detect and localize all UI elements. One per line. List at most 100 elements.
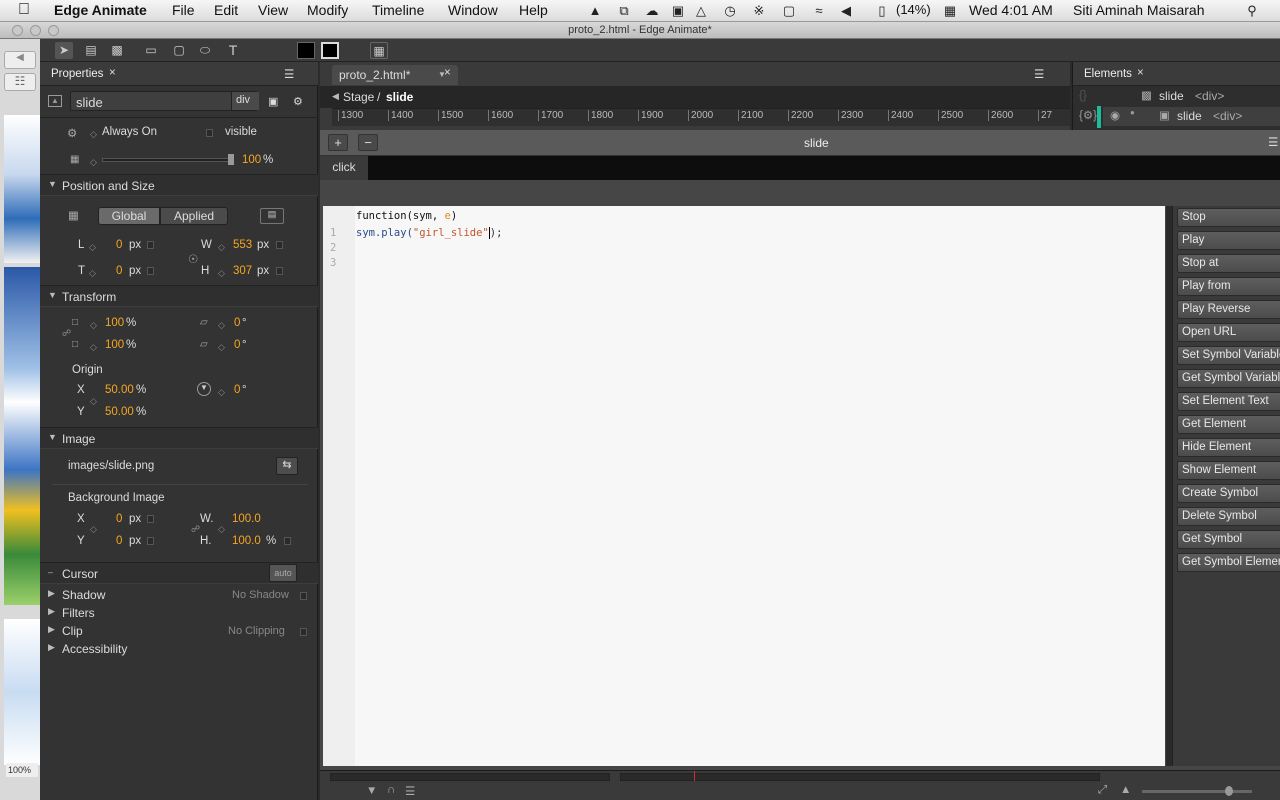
section-clip[interactable]: ▶ Clip No Clipping	[40, 622, 318, 640]
width-unit-toggle[interactable]	[276, 241, 283, 249]
lock-dot-icon[interactable]: ●	[1130, 108, 1135, 117]
class-icon[interactable]: ▣	[268, 95, 278, 108]
swap-image-icon[interactable]: ⇆	[276, 457, 298, 475]
top-unit-toggle[interactable]	[147, 267, 154, 275]
opacity-slider[interactable]	[102, 158, 232, 162]
keyframe-diamond-icon[interactable]: ◇	[218, 524, 225, 535]
element-name-field[interactable]: slide div	[70, 91, 259, 111]
keyframe-diamond-icon[interactable]: ◇	[218, 268, 225, 279]
link-scale-icon[interactable]: ☍	[62, 328, 71, 339]
link-dimensions-icon[interactable]: ☉	[188, 252, 198, 266]
bg-h-unit[interactable]: %	[266, 535, 276, 547]
top-value[interactable]: 0	[116, 265, 122, 277]
fit-view-icon[interactable]: ⤢	[1098, 784, 1107, 797]
elements-tab[interactable]: Elements	[1084, 68, 1132, 80]
menu-edit[interactable]: Edit	[214, 2, 238, 18]
settings-icon[interactable]: ⚙	[293, 95, 303, 108]
snippet-button[interactable]: Stop	[1177, 208, 1280, 227]
snippet-button[interactable]: Get Symbol Variable	[1177, 369, 1280, 388]
keyframe-diamond-icon[interactable]: ◇	[218, 342, 225, 353]
panel-menu-icon[interactable]: ☰	[284, 67, 294, 81]
menu-modify[interactable]: Modify	[307, 2, 348, 18]
section-shadow[interactable]: ▶ Shadow No Shadow	[40, 586, 318, 604]
menu-window[interactable]: Window	[448, 2, 498, 18]
grid-icon[interactable]: ☰	[405, 784, 415, 798]
snippet-button[interactable]: Delete Symbol	[1177, 507, 1280, 526]
rotation-dial-icon[interactable]: ▼	[197, 382, 211, 396]
opacity-slider-handle[interactable]	[228, 154, 234, 165]
element-row[interactable]: ▩ slide <div>	[1103, 88, 1280, 107]
bg-w-value[interactable]: 100.0	[232, 513, 261, 525]
magnet-icon[interactable]: ∩	[387, 784, 395, 796]
code-editor[interactable]: 1 2 3 function(sym, e) sym.play("girl_sl…	[323, 206, 1165, 766]
scale-x-value[interactable]: 100	[105, 317, 124, 329]
eye-icon[interactable]: ◉	[1110, 108, 1120, 122]
keyframe-diamond-icon[interactable]: ◇	[90, 524, 97, 535]
bg-x-unit-toggle[interactable]	[147, 515, 154, 523]
keyframe-diamond-icon[interactable]: ◇	[90, 396, 97, 407]
snippet-button[interactable]: Play Reverse	[1177, 300, 1280, 319]
document-tab[interactable]: proto_2.html* ▼	[332, 65, 458, 85]
section-image[interactable]: ▼ Image	[40, 427, 318, 449]
panel-menu-icon[interactable]: ☰	[1034, 67, 1044, 81]
rectangle-tool-icon[interactable]: ▭	[142, 42, 160, 59]
global-button[interactable]: Global	[98, 207, 160, 225]
section-position-size[interactable]: ▼ Position and Size	[40, 174, 318, 196]
keyframe-diamond-icon[interactable]: ◇	[89, 268, 96, 279]
keyframe-diamond-icon[interactable]: ◇	[90, 320, 97, 331]
grid-view-icon[interactable]: ▦	[370, 42, 388, 59]
section-accessibility[interactable]: ▶ Accessibility	[40, 640, 318, 658]
time-machine-icon[interactable]: ◷	[722, 3, 738, 19]
keyframe-diamond-icon[interactable]: ◇	[218, 387, 225, 398]
bg-y-value[interactable]: 0	[116, 535, 122, 547]
keyframe-diamond-icon[interactable]: ◇	[90, 342, 97, 353]
snippet-button[interactable]: Play from	[1177, 277, 1280, 296]
visibility-checkbox[interactable]	[206, 129, 213, 137]
add-event-button[interactable]: +	[328, 134, 348, 151]
keyframe-diamond-icon[interactable]: ◇	[90, 157, 97, 168]
zoom-window-button[interactable]	[48, 25, 59, 36]
snippet-button[interactable]: Stop at	[1177, 254, 1280, 273]
stroke-color-swatch[interactable]	[321, 42, 339, 59]
height-value[interactable]: 307	[233, 265, 252, 277]
origin-y-value[interactable]: 50.00	[105, 406, 134, 418]
bg-y-unit[interactable]: px	[129, 535, 141, 547]
ellipse-tool-icon[interactable]: ⬭	[196, 42, 214, 59]
close-panel-icon[interactable]: ×	[109, 67, 116, 79]
timeline-scrollbar[interactable]	[330, 773, 610, 781]
visibility-select[interactable]: visible	[225, 126, 257, 138]
back-arrow-icon[interactable]: ◀	[332, 91, 339, 102]
filter-icon[interactable]: ▼	[366, 785, 377, 797]
section-filters[interactable]: ▶ Filters	[40, 604, 318, 622]
minimize-window-button[interactable]	[30, 25, 41, 36]
menu-help[interactable]: Help	[519, 2, 548, 18]
battery-icon[interactable]: ▯	[872, 3, 892, 19]
snippet-button[interactable]: Set Symbol Variable	[1177, 346, 1280, 365]
properties-tab[interactable]: Properties	[51, 68, 103, 80]
clip-toggle[interactable]	[300, 628, 307, 636]
height-unit-toggle[interactable]	[276, 267, 283, 275]
cursor-select[interactable]: auto	[269, 564, 297, 582]
sync-icon[interactable]: ⧉	[616, 3, 632, 19]
remove-event-button[interactable]: −	[358, 134, 378, 151]
code-braces-icon[interactable]: {}	[1079, 90, 1087, 102]
bluetooth-icon[interactable]: ※	[751, 3, 767, 19]
snippet-button[interactable]: Get Element	[1177, 415, 1280, 434]
panel-menu-icon[interactable]: ☰	[1268, 135, 1278, 149]
event-tab-click[interactable]: click	[320, 156, 368, 180]
selection-tool-icon[interactable]: ➤	[55, 42, 73, 59]
origin-x-value[interactable]: 50.00	[105, 384, 134, 396]
snippet-button[interactable]: Get Symbol	[1177, 530, 1280, 549]
snippet-button[interactable]: Play	[1177, 231, 1280, 250]
display-icon[interactable]: ▢	[781, 3, 797, 19]
bg-h-value[interactable]: 100.0	[232, 535, 261, 547]
width-value[interactable]: 553	[233, 239, 252, 251]
snippet-button[interactable]: Open URL	[1177, 323, 1280, 342]
shadow-toggle[interactable]	[300, 592, 307, 600]
close-tab-icon[interactable]: ×	[444, 67, 451, 79]
zoom-slider-handle[interactable]	[1225, 786, 1233, 796]
app-menu[interactable]: Edge Animate	[54, 2, 147, 18]
actions-icon[interactable]: {⚙}	[1079, 108, 1097, 122]
element-type-select[interactable]: div	[231, 92, 259, 110]
transform-tool-icon[interactable]: ▤	[82, 42, 100, 59]
